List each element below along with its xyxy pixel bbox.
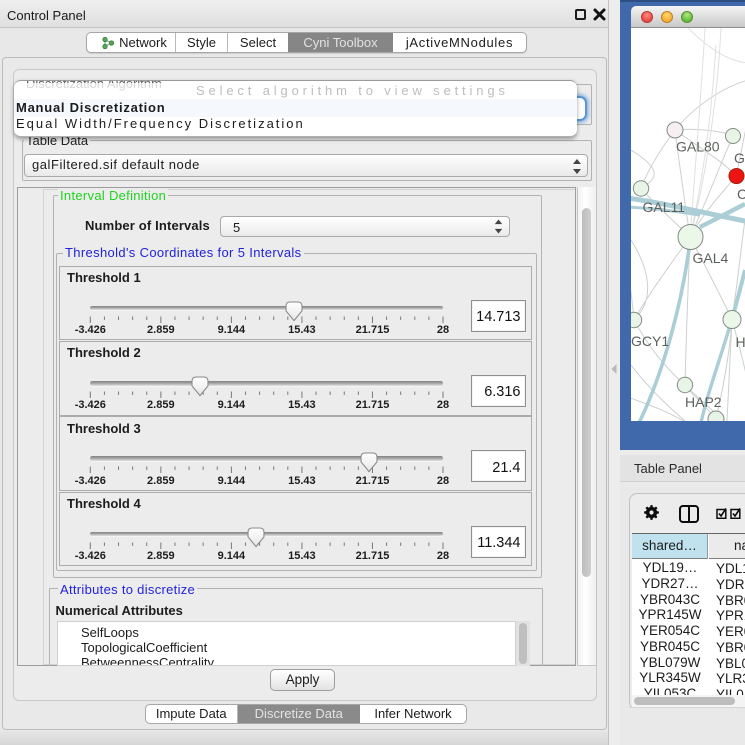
svg-text:GA: GA bbox=[734, 150, 745, 166]
svg-text:GAL80: GAL80 bbox=[676, 139, 720, 155]
svg-text:GAL11: GAL11 bbox=[643, 199, 686, 215]
svg-text:GCY1: GCY1 bbox=[631, 333, 669, 349]
svg-text:H: H bbox=[736, 334, 745, 350]
svg-text:HAP2: HAP2 bbox=[685, 394, 722, 410]
svg-text:GAL4: GAL4 bbox=[693, 250, 729, 266]
svg-text:C: C bbox=[737, 186, 745, 202]
